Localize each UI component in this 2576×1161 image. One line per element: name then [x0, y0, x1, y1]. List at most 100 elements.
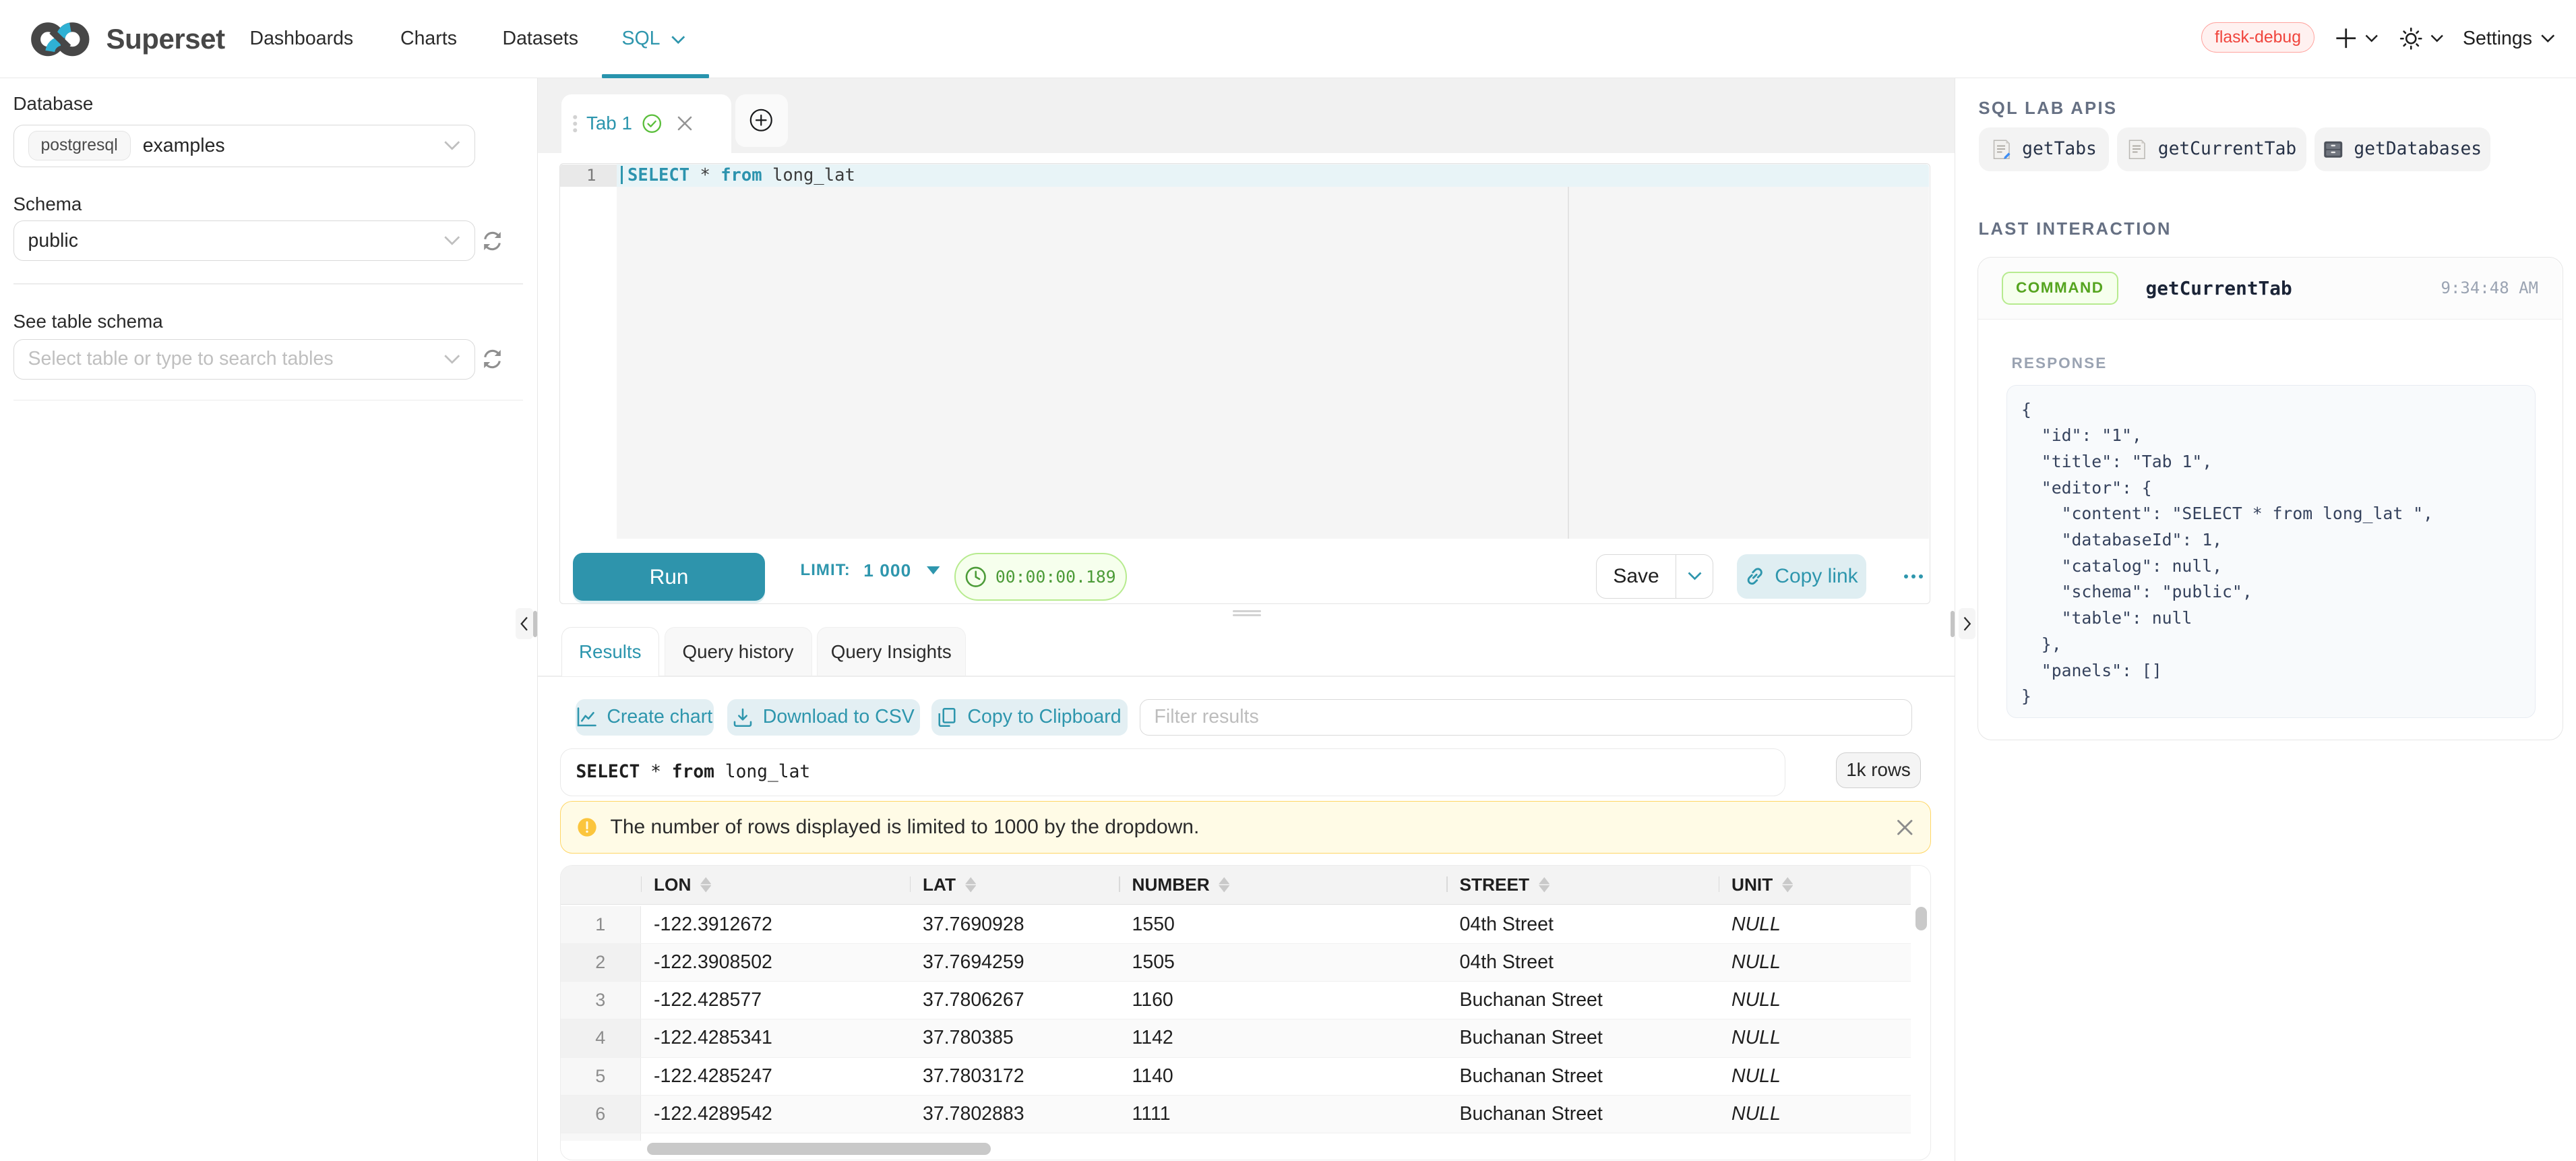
- plus-circle-icon: [749, 109, 773, 132]
- memo-icon: [1991, 139, 2013, 160]
- refresh-schemas-button[interactable]: [481, 230, 503, 252]
- interaction-card: COMMAND getCurrentTab 9:34:48 AM RESPONS…: [1977, 257, 2563, 740]
- column-header-street[interactable]: STREET: [1446, 866, 1719, 905]
- close-tab-icon[interactable]: [677, 115, 693, 131]
- database-value: examples: [143, 135, 225, 157]
- chevron-right-icon: [1963, 616, 1972, 632]
- active-nav-indicator: [602, 74, 709, 78]
- save-dropdown-button[interactable]: [1676, 555, 1713, 598]
- vertical-scrollbar[interactable]: [1915, 907, 1927, 930]
- editor-toolbar: Run LIMIT: 1 000 00:00:00.189 Save: [560, 539, 1929, 603]
- sidebar-resize-thumb[interactable]: [533, 611, 536, 637]
- copy-clipboard-button[interactable]: Copy to Clipboard: [931, 699, 1128, 736]
- copy-link-button[interactable]: Copy link: [1737, 554, 1866, 599]
- table-row[interactable]: 5-122.428524737.78031721140Buchanan Stre…: [561, 1058, 1911, 1096]
- limit-value: 1 000: [863, 560, 911, 581]
- sidebar-divider: [13, 283, 523, 285]
- nav-item-sql[interactable]: SQL: [622, 0, 686, 77]
- table-select-placeholder: Select table or type to search tables: [28, 348, 334, 370]
- text-cursor: [621, 166, 623, 184]
- tab-results[interactable]: Results: [561, 627, 660, 676]
- filter-results-input[interactable]: Filter results: [1140, 699, 1912, 736]
- new-item-menu[interactable]: [2335, 0, 2378, 77]
- horizontal-scrollbar[interactable]: [647, 1143, 991, 1155]
- save-button[interactable]: Save: [1597, 555, 1676, 598]
- more-actions-button[interactable]: [1899, 554, 1929, 599]
- tab-query-history[interactable]: Query history: [665, 627, 812, 676]
- schema-label: Schema: [13, 194, 82, 215]
- interaction-card-header: COMMAND getCurrentTab 9:34:48 AM: [1978, 258, 2562, 320]
- chevron-down-icon: [2365, 34, 2379, 42]
- column-header-lon[interactable]: LON: [641, 866, 910, 905]
- table-row[interactable]: 4-122.428534137.7803851142Buchanan Stree…: [561, 1019, 1911, 1057]
- sort-icon: [1782, 877, 1793, 893]
- close-alert-icon[interactable]: [1895, 818, 1915, 837]
- table-header: LONLATNUMBERSTREETUNIT: [561, 866, 1911, 905]
- limit-label: LIMIT:: [801, 561, 851, 580]
- table-row[interactable]: 6-122.428954237.78028831111Buchanan Stre…: [561, 1096, 1911, 1133]
- collapse-api-panel-button[interactable]: [1959, 608, 1976, 640]
- results-table: LONLATNUMBERSTREETUNIT 1-122.391267237.7…: [560, 865, 1931, 1160]
- caret-down-icon: [927, 566, 940, 574]
- rows-count-button[interactable]: 1k rows: [1836, 752, 1921, 788]
- table-row-partial: [561, 1133, 1911, 1141]
- query-preview: SELECT * from long_lat: [560, 748, 1785, 796]
- limit-dropdown[interactable]: LIMIT: 1 000: [801, 539, 940, 603]
- clock-icon: [965, 566, 987, 588]
- column-header-lat[interactable]: LAT: [910, 866, 1120, 905]
- link-icon: [1744, 566, 1766, 587]
- table-row[interactable]: 1-122.391267237.7690928155004th StreetNU…: [561, 906, 1911, 944]
- nav-item-datasets[interactable]: Datasets: [503, 0, 578, 77]
- settings-menu[interactable]: Settings: [2463, 0, 2555, 77]
- chart-icon: [576, 707, 596, 727]
- refresh-tables-button[interactable]: [481, 348, 503, 370]
- table-row[interactable]: 3-122.42857737.78062671160Buchanan Stree…: [561, 982, 1911, 1019]
- sort-icon: [965, 877, 977, 893]
- response-label: RESPONSE: [2012, 355, 2108, 372]
- query-tab[interactable]: Tab 1: [561, 94, 731, 153]
- print-margin: [1568, 187, 1569, 539]
- get-current-tab-button[interactable]: getCurrentTab: [2117, 127, 2306, 171]
- response-json: { "id": "1", "title": "Tab 1", "editor":…: [2021, 397, 2535, 710]
- command-badge: COMMAND: [2002, 272, 2118, 305]
- column-header-number[interactable]: NUMBER: [1119, 866, 1446, 905]
- sort-icon: [700, 877, 712, 893]
- column-header-unit[interactable]: UNIT: [1719, 866, 1911, 905]
- last-interaction-title: LAST INTERACTION: [1979, 220, 2172, 239]
- nav-item-charts[interactable]: Charts: [400, 0, 457, 77]
- download-icon: [733, 707, 753, 727]
- api-panel-resize-thumb[interactable]: [1951, 611, 1954, 637]
- chevron-down-icon: [2540, 34, 2556, 43]
- tab-query-insights[interactable]: Query Insights: [817, 627, 966, 676]
- get-databases-button[interactable]: getDatabases: [2314, 127, 2490, 171]
- memo-icon: [2126, 139, 2148, 160]
- line-number: 1: [560, 165, 617, 187]
- panel-resize-handle[interactable]: [1233, 610, 1261, 618]
- collapse-sidebar-button[interactable]: [516, 608, 533, 640]
- run-button[interactable]: Run: [573, 553, 765, 601]
- elapsed-time-chip: 00:00:00.189: [954, 553, 1128, 601]
- code-editor[interactable]: SELECT * from long_lat 1: [560, 164, 1929, 539]
- sidebar-resize-handle[interactable]: [537, 78, 539, 1161]
- card-file-box-icon: [2323, 139, 2344, 160]
- create-chart-button[interactable]: Create chart: [576, 699, 714, 736]
- nav-item-dashboards[interactable]: Dashboards: [250, 0, 354, 77]
- database-engine-tag: postgresql: [28, 131, 131, 160]
- get-tabs-button[interactable]: getTabs: [1979, 127, 2110, 171]
- table-row[interactable]: 2-122.390850237.7694259150504th StreetNU…: [561, 944, 1911, 982]
- sort-icon: [1539, 877, 1550, 893]
- api-panel-resize-handle[interactable]: [1955, 78, 1956, 1161]
- drag-dots-icon: [572, 113, 579, 135]
- table-select[interactable]: Select table or type to search tables: [13, 339, 476, 380]
- sql-editor-panel: SELECT * from long_lat 1 Run LIMIT: 1 00…: [559, 163, 1930, 604]
- plus-icon: [2335, 28, 2357, 49]
- download-csv-button[interactable]: Download to CSV: [727, 699, 921, 736]
- database-select[interactable]: postgresql examples: [13, 125, 476, 167]
- schema-select[interactable]: public: [13, 220, 476, 261]
- check-circle-icon: [642, 114, 662, 133]
- add-tab-button[interactable]: [735, 94, 788, 147]
- sort-icon: [1219, 877, 1230, 893]
- superset-logo[interactable]: Superset: [30, 20, 225, 59]
- theme-menu[interactable]: [2399, 0, 2444, 77]
- chevron-left-icon: [520, 616, 529, 632]
